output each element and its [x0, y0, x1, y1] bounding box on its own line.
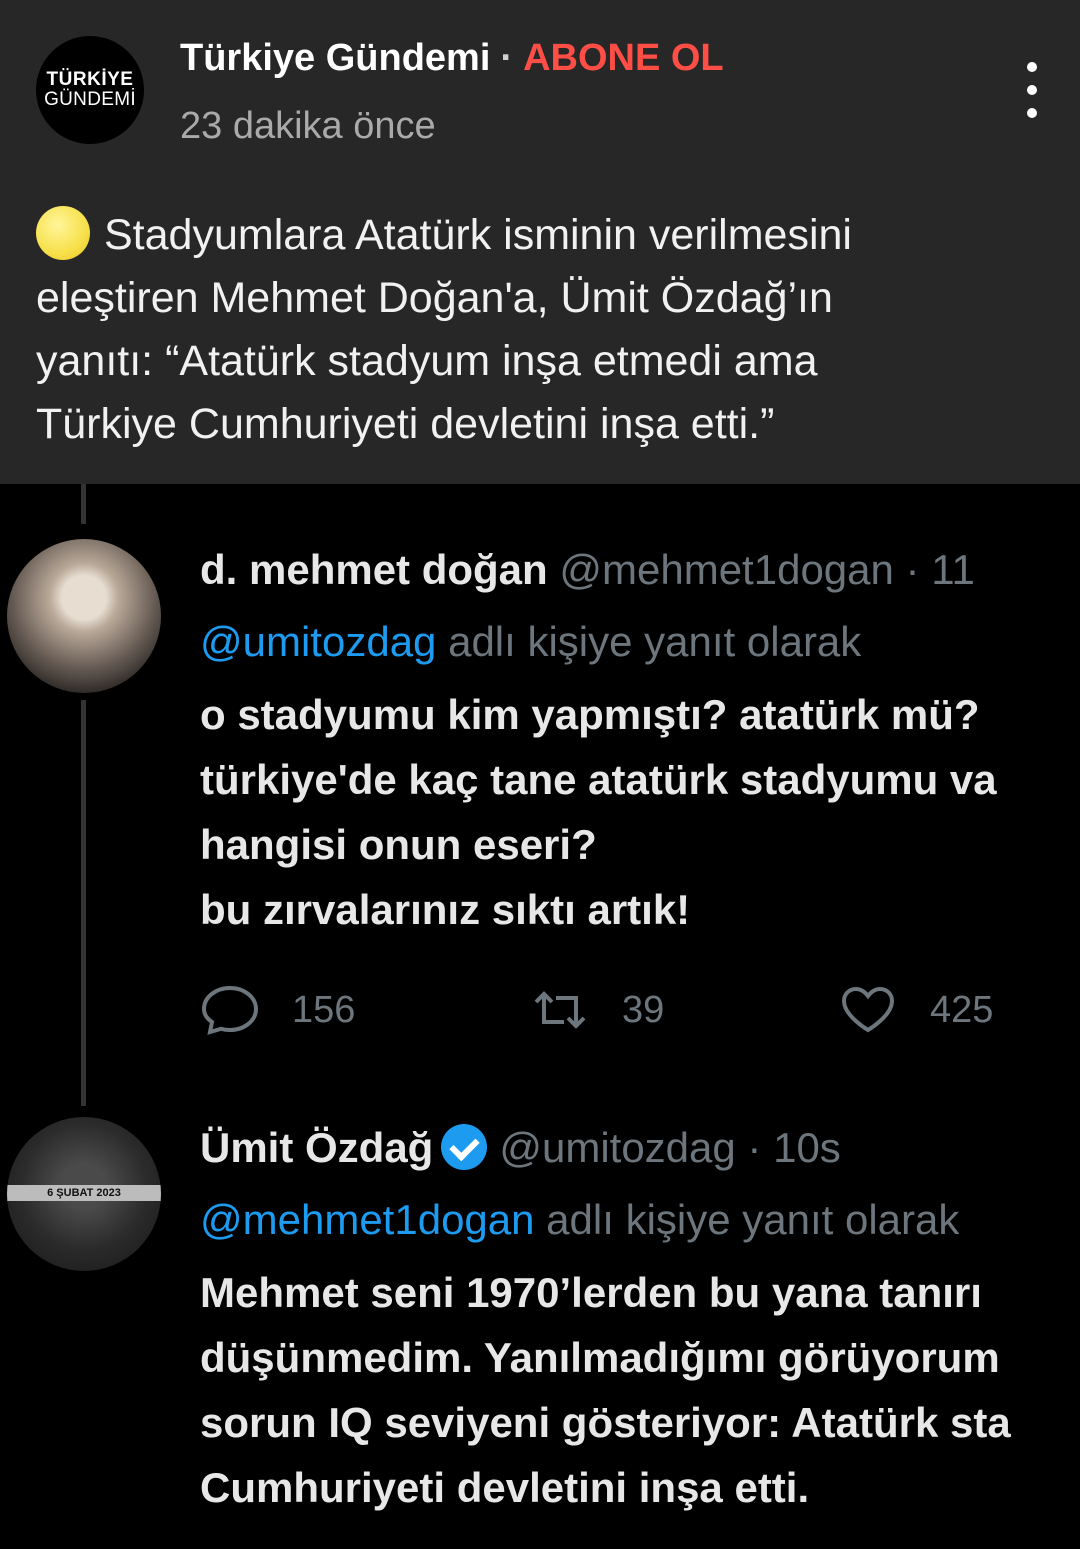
tweet2-reply-text: adlı kişiye yanıt olarak [534, 1196, 960, 1243]
tweet2-line: Cumhuriyeti devletini inşa etti. [200, 1464, 810, 1511]
avatar-umit-ozdag: 6 ŞUBAT 2023 [7, 1117, 161, 1271]
tweet2-header: Ümit Özdağ @umitozdag · 10s [200, 1122, 841, 1174]
tweet2-line: Mehmet seni 1970’lerden bu yana tanırı [200, 1269, 982, 1316]
retweet-action: 39 [530, 984, 664, 1036]
post-line: Stadyumlara Atatürk isminin verilmesini [104, 211, 852, 259]
more-vert-icon[interactable] [1010, 62, 1054, 118]
tweet2-body: Mehmet seni 1970’lerden bu yana tanırı d… [200, 1260, 1080, 1520]
reply-count: 156 [292, 988, 356, 1031]
verified-icon [441, 1124, 488, 1170]
post-line: eleştiren Mehmet Doğan'a, Ümit Özdağ’ın [36, 274, 833, 322]
subscribe-button[interactable]: ABONE OL [523, 34, 724, 82]
like-action: 425 [838, 984, 993, 1036]
post-header: TÜRKİYE GÜNDEMİ Türkiye Gündemi · ABONE … [0, 0, 1080, 484]
post-line: Türkiye Cumhuriyeti devletini inşa etti.… [36, 400, 775, 448]
post-time: 23 dakika önce [180, 105, 436, 147]
separator: · [500, 37, 514, 79]
post-text: Stadyumlara Atatürk isminin verilmesini … [36, 204, 1046, 456]
reply-action: 156 [200, 984, 355, 1036]
tweet1-line: bu zırvalarınız sıktı artık! [200, 886, 691, 933]
avatar2-banner: 6 ŞUBAT 2023 [7, 1185, 161, 1201]
tweet2-handle: @umitozdag · 10s [499, 1124, 841, 1171]
tweet1-handle: @mehmet1dogan · 11 [559, 546, 975, 593]
post-line: yanıtı: “Atatürk stadyum inşa etmedi ama [36, 337, 818, 385]
retweet-count: 39 [622, 988, 665, 1031]
tweet1-header: d. mehmet doğan @mehmet1dogan · 11 [200, 544, 975, 596]
channel-row: Türkiye Gündemi · ABONE OL [180, 34, 724, 82]
tweet1-name: d. mehmet doğan [200, 546, 548, 593]
tweet-screenshot-image[interactable]: d. mehmet doğan @mehmet1dogan · 11 @umit… [0, 484, 1080, 1549]
tweet1-line: hangisi onun eseri? [200, 821, 597, 868]
tweet2-name: Ümit Özdağ [200, 1124, 434, 1171]
thread-line [81, 700, 86, 1106]
avatar-mehmet-dogan [7, 539, 161, 693]
tweet1-line: türkiye'de kaç tane atatürk stadyumu va [200, 756, 997, 803]
channel-name[interactable]: Türkiye Gündemi [180, 34, 490, 82]
tweet2-mention: @mehmet1dogan [200, 1196, 535, 1243]
tweet1-mention: @umitozdag [200, 618, 437, 665]
retweet-icon [534, 991, 586, 1029]
thread-line-top [81, 484, 86, 524]
tweet1-reply-to: @umitozdag adlı kişiye yanıt olarak [200, 616, 861, 668]
reply-icon [201, 985, 259, 1035]
channel-logo-line2: GÜNDEMİ [44, 89, 136, 110]
yellow-circle-icon [36, 206, 90, 260]
tweet1-line: o stadyumu kim yapmıştı? atatürk mü? [200, 691, 980, 738]
tweet1-actions: 156 39 425 [200, 984, 1080, 1044]
heart-icon [841, 986, 895, 1033]
tweet1-reply-text: adlı kişiye yanıt olarak [436, 618, 862, 665]
tweet2-line: sorun IQ seviyeni gösteriyor: Atatürk st… [200, 1399, 1011, 1446]
tweet2-reply-to: @mehmet1dogan adlı kişiye yanıt olarak [200, 1194, 959, 1246]
tweet1-body: o stadyumu kim yapmıştı? atatürk mü? tür… [200, 682, 1080, 942]
channel-avatar[interactable]: TÜRKİYE GÜNDEMİ [36, 36, 144, 144]
tweet2-line: düşünmedim. Yanılmadığımı görüyorum [200, 1334, 1000, 1381]
like-count: 425 [930, 988, 994, 1031]
channel-logo-line1: TÜRKİYE [46, 69, 134, 90]
